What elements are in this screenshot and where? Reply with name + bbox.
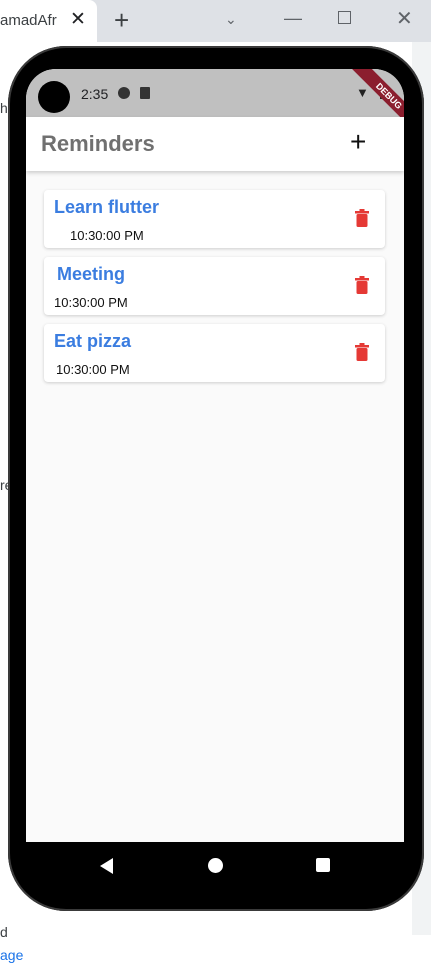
reminder-title: Meeting [57,264,126,284]
status-time: 2:35 [81,86,109,102]
reminder-title: Learn flutter [54,197,160,217]
trash-icon[interactable] [355,209,369,227]
reminder-list: Learn flutter 10:30:00 PM Meeting 10:30:… [44,190,385,391]
tab-close-icon[interactable]: ✕ [70,10,86,30]
app-bar: Reminders + [26,117,404,171]
edge-link[interactable]: age [0,947,23,963]
reminder-time: 10:30:00 PM [70,228,144,243]
list-item[interactable]: Learn flutter 10:30:00 PM [44,190,385,248]
edge-text: d [0,924,8,940]
home-circle-icon[interactable] [208,858,223,873]
wifi-icon: ▼ [356,85,369,100]
notification-icon [118,87,130,99]
list-item[interactable]: Eat pizza 10:30:00 PM [44,324,385,382]
minimize-icon[interactable]: — [284,8,302,29]
sd-card-icon [140,87,150,99]
restore-icon[interactable] [338,11,351,24]
android-nav-bar [26,842,404,890]
back-triangle-icon[interactable] [100,858,113,874]
trash-icon[interactable] [355,276,369,294]
recent-square-icon[interactable] [316,858,330,872]
chevron-down-icon[interactable]: ⌄ [225,11,237,28]
reminder-title: Eat pizza [54,331,132,351]
phone-screen: 2:35 ▼ DEBUG Reminders + [26,69,404,842]
trash-icon[interactable] [355,343,369,361]
list-item[interactable]: Meeting 10:30:00 PM [44,257,385,315]
status-bar: 2:35 ▼ DEBUG [26,69,404,133]
close-window-icon[interactable]: ✕ [396,6,413,31]
camera-cutout [38,81,70,113]
reminder-time: 10:30:00 PM [54,295,128,310]
browser-tab[interactable]: amadAfr ✕ [0,0,97,42]
page-title: Reminders [41,131,155,156]
new-tab-button[interactable]: + [114,7,129,33]
tab-title: amadAfr [0,12,57,29]
reminder-time: 10:30:00 PM [56,362,130,377]
add-reminder-button[interactable]: + [350,125,366,159]
edge-text: h [0,100,8,116]
